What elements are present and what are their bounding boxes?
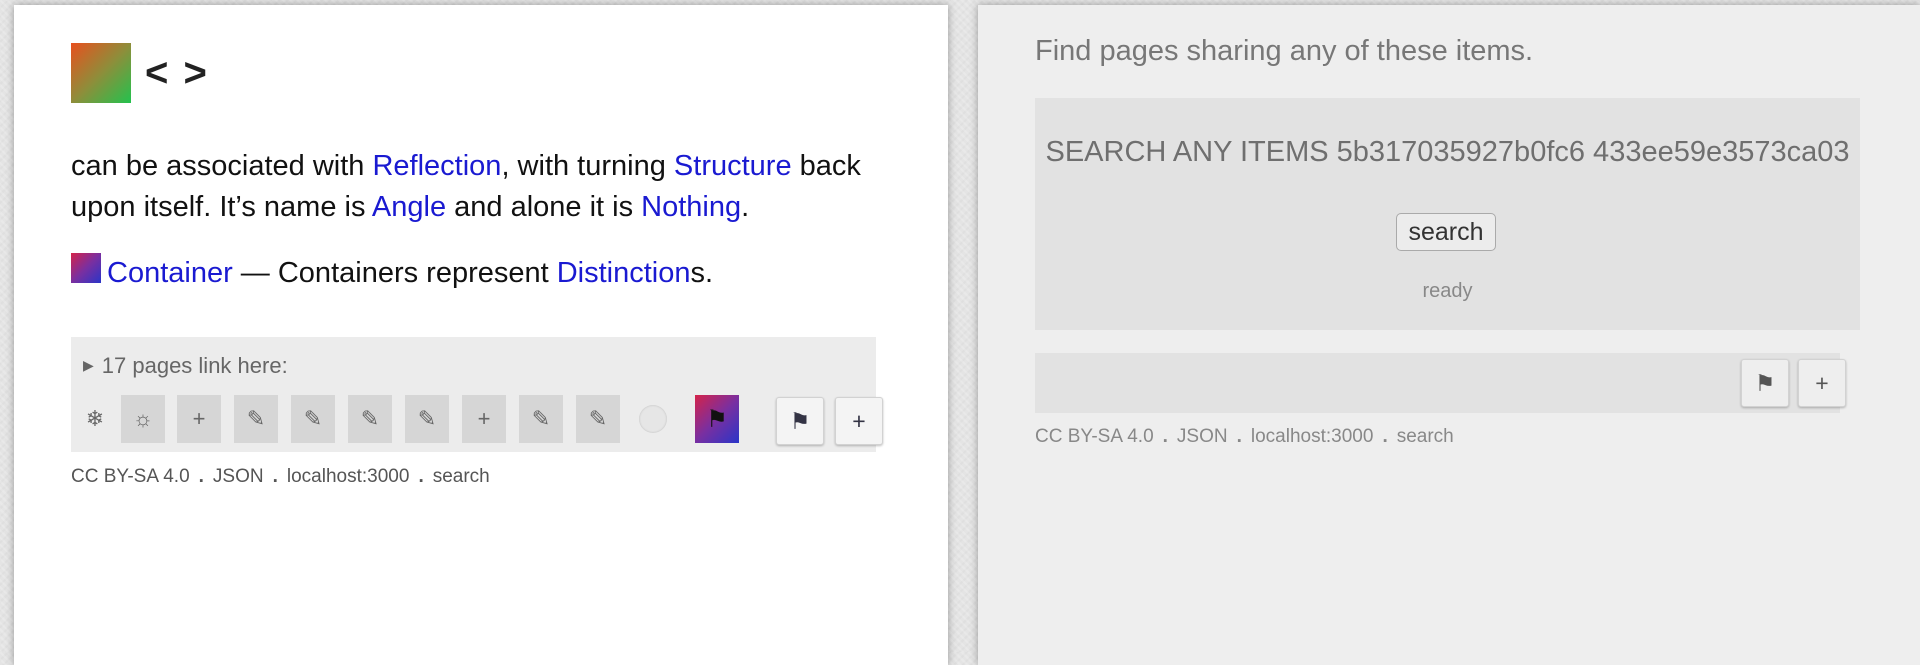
text: and alone it is: [446, 191, 642, 223]
search-prompt: Find pages sharing any of these items.: [1035, 35, 1534, 67]
link-reflection[interactable]: Reflection: [372, 150, 501, 182]
status-text: ready: [1422, 280, 1473, 302]
text: , with turning: [501, 150, 674, 182]
text: s.: [690, 257, 714, 289]
flag-icon[interactable]: ⚑: [695, 395, 739, 443]
link-structure[interactable]: Structure: [674, 150, 792, 182]
references-summary[interactable]: ▶ 17 pages link here:: [83, 353, 288, 379]
page-footer: CC BY-SA 4.0. JSON. localhost:3000. search: [1035, 426, 1454, 448]
pencil-icon[interactable]: ✎: [291, 395, 335, 443]
journal: ⚑ +: [1035, 353, 1846, 413]
json-link[interactable]: JSON: [213, 466, 264, 487]
license-link[interactable]: CC BY-SA 4.0: [71, 466, 190, 487]
search-button[interactable]: search: [1396, 213, 1496, 251]
fork-flag-button[interactable]: ⚑: [1741, 359, 1789, 407]
separator: .: [272, 466, 278, 487]
page-header: < >: [71, 43, 209, 103]
snowflake-icon[interactable]: ❄: [73, 395, 117, 443]
text: .: [741, 191, 750, 223]
json-link[interactable]: JSON: [1177, 426, 1228, 447]
left-page: < > can be associated with Reflection, w…: [14, 5, 948, 665]
link-nothing[interactable]: Nothing: [641, 191, 741, 223]
text: — Containers represent: [232, 257, 557, 289]
pencil-icon[interactable]: ✎: [576, 395, 620, 443]
page-title: < >: [145, 50, 209, 95]
page-footer: CC BY-SA 4.0. JSON. localhost:3000. search: [71, 466, 490, 488]
pencil-icon[interactable]: ✎: [519, 395, 563, 443]
favicon[interactable]: [71, 43, 131, 103]
license-link[interactable]: CC BY-SA 4.0: [1035, 426, 1154, 447]
separator: .: [198, 466, 204, 487]
separator: .: [1236, 426, 1242, 447]
separator: .: [418, 466, 424, 487]
add-icon[interactable]: +: [177, 395, 221, 443]
search-title: SEARCH ANY ITEMS 5b317035927b0fc6 433ee5…: [1045, 136, 1850, 168]
search-link[interactable]: search: [433, 466, 490, 487]
pencil-icon[interactable]: ✎: [405, 395, 449, 443]
disclosure-triangle-icon[interactable]: ▶: [83, 357, 94, 373]
separator: .: [1162, 426, 1168, 447]
search-panel: SEARCH ANY ITEMS 5b317035927b0fc6 433ee5…: [1035, 98, 1860, 330]
right-page: Find pages sharing any of these items. S…: [978, 5, 1920, 665]
site-link[interactable]: localhost:3000: [287, 466, 410, 487]
references-panel: ▶ 17 pages link here: ❄ ☼ + ✎ ✎ ✎ ✎ + ✎ ✎…: [71, 337, 883, 452]
reference-paragraph: Container — Containers represent Distinc…: [71, 253, 713, 294]
sun-icon[interactable]: ☼: [121, 395, 165, 443]
separator: .: [1382, 426, 1388, 447]
paragraph: can be associated with Reflection, with …: [71, 146, 911, 228]
link-distinction[interactable]: Distinction: [557, 257, 691, 289]
add-factory-button[interactable]: +: [1798, 359, 1846, 407]
pencil-icon[interactable]: ✎: [234, 395, 278, 443]
link-angle[interactable]: Angle: [372, 191, 446, 223]
link-container[interactable]: Container: [107, 257, 233, 289]
site-link[interactable]: localhost:3000: [1251, 426, 1374, 447]
add-factory-button[interactable]: +: [835, 397, 883, 445]
container-icon[interactable]: [71, 253, 101, 283]
references-count: 17 pages link here:: [101, 353, 288, 378]
text: can be associated with: [71, 150, 373, 182]
pencil-icon[interactable]: ✎: [348, 395, 392, 443]
fork-flag-button[interactable]: ⚑: [776, 397, 824, 445]
search-link[interactable]: search: [1397, 426, 1454, 447]
circle-icon[interactable]: [639, 405, 667, 433]
add-icon[interactable]: +: [462, 395, 506, 443]
